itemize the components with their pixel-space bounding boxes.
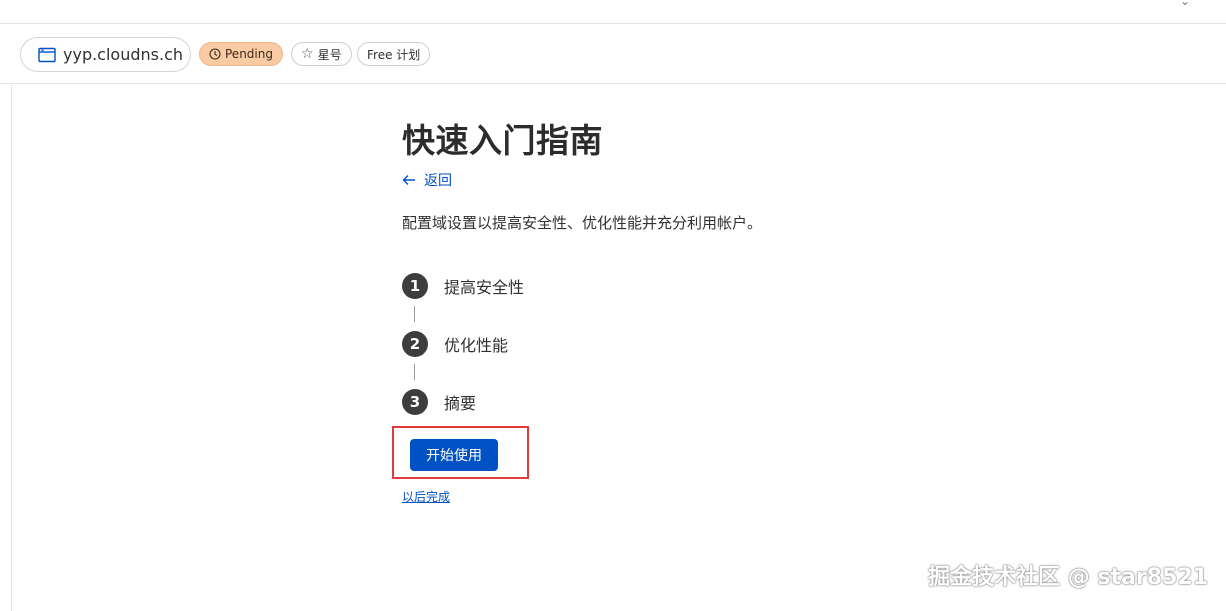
- domain-header: yyp.cloudns.ch Pending ☆ 星号 Free 计划: [0, 24, 1226, 84]
- status-label: Pending: [225, 47, 273, 61]
- back-link[interactable]: 返回: [402, 170, 452, 190]
- step-item-security: 1 提高安全性: [402, 273, 524, 299]
- step-connector: [414, 364, 415, 380]
- step-label: 优化性能: [444, 336, 509, 355]
- domain-name: yyp.cloudns.ch: [63, 45, 184, 64]
- status-badge: Pending: [199, 42, 283, 66]
- chevron-down-icon[interactable]: ⌄: [1180, 0, 1190, 8]
- plan-badge[interactable]: Free 计划: [357, 42, 431, 66]
- sidebar-divider: [11, 84, 12, 611]
- step-number: 2: [402, 331, 428, 357]
- step-item-performance: 2 优化性能: [402, 331, 508, 357]
- guide-description: 配置域设置以提高安全性、优化性能并充分利用帐户。: [402, 214, 763, 232]
- arrow-left-icon: [402, 175, 415, 185]
- star-button[interactable]: ☆ 星号: [291, 42, 352, 66]
- step-number: 3: [402, 389, 428, 415]
- star-label: 星号: [317, 47, 342, 62]
- finish-later-link[interactable]: 以后完成: [402, 488, 450, 505]
- back-label: 返回: [424, 173, 452, 189]
- star-icon: ☆: [301, 46, 314, 62]
- plan-label: Free 计划: [367, 47, 421, 62]
- domain-selector[interactable]: yyp.cloudns.ch: [20, 37, 191, 72]
- clock-icon: [209, 48, 221, 60]
- get-started-button[interactable]: 开始使用: [410, 439, 498, 471]
- step-label: 提高安全性: [444, 278, 525, 297]
- step-label: 摘要: [444, 394, 477, 413]
- step-connector: [414, 306, 415, 322]
- watermark: 掘金技术社区 @ star8521: [928, 565, 1208, 590]
- page-title: 快速入门指南: [402, 121, 603, 160]
- top-bar: ⌄: [0, 0, 1226, 24]
- browser-window-icon: [38, 47, 56, 62]
- step-item-summary: 3 摘要: [402, 389, 476, 415]
- step-number: 1: [402, 273, 428, 299]
